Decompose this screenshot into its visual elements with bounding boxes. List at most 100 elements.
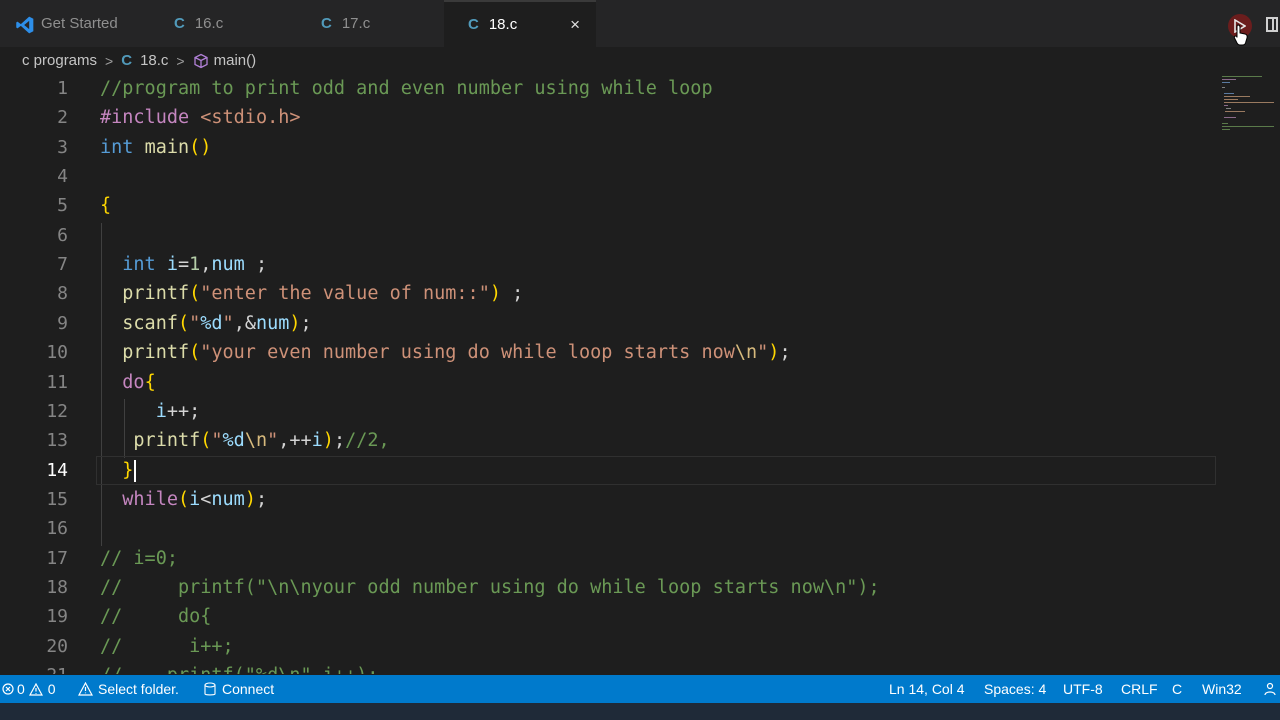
feedback-icon[interactable] xyxy=(1263,675,1277,703)
tab-18-c[interactable]: C 18.c × xyxy=(444,0,596,47)
code-text: int main() xyxy=(100,136,212,158)
encoding-setting[interactable]: UTF-8 xyxy=(1063,675,1103,703)
tab-get-started[interactable]: Get Started xyxy=(0,0,148,47)
line-number: 21 xyxy=(0,661,68,674)
code-text: { xyxy=(100,195,112,217)
database-icon xyxy=(204,681,216,695)
line-number: 12 xyxy=(46,400,68,422)
code-text: // i=0; xyxy=(100,547,178,569)
platform-config[interactable]: Win32 xyxy=(1202,675,1242,703)
editor-tab-bar: Get Started C 16.c C 17.c C 18.c × xyxy=(0,0,1280,47)
line-number: 17 xyxy=(46,547,68,569)
line-number: 15 xyxy=(46,488,68,510)
line-number: 20 xyxy=(46,635,68,657)
line-number: 18 xyxy=(46,576,68,598)
code-line[interactable]: 19 // do{ xyxy=(0,602,1280,631)
code-text: while(i<num); xyxy=(122,488,268,510)
breadcrumb: c programs > C 18.c > main() xyxy=(0,47,1280,74)
current-line-highlight xyxy=(96,455,1216,485)
line-number: 7 xyxy=(57,254,68,276)
code-line[interactable]: 9 scanf("%d",&num); xyxy=(0,309,1280,338)
select-folder-button[interactable]: Select folder. xyxy=(78,675,179,703)
code-text: // i++; xyxy=(100,635,234,657)
mouse-pointer-icon xyxy=(1233,24,1248,46)
symbol-method-icon xyxy=(193,53,208,68)
connect-button[interactable]: Connect xyxy=(204,675,274,703)
line-number: 19 xyxy=(46,606,68,628)
c-file-icon: C xyxy=(321,15,332,32)
line-number: 14 xyxy=(46,459,68,481)
eol-setting[interactable]: CRLF xyxy=(1121,675,1158,703)
line-number: 2 xyxy=(57,107,68,129)
code-line[interactable]: 21 // printf("%d\n",i++); xyxy=(0,661,1280,674)
code-text: do{ xyxy=(122,371,156,393)
line-number: 9 xyxy=(57,312,68,334)
code-line[interactable]: 10 printf("your even number using do whi… xyxy=(0,338,1280,367)
code-line[interactable]: 1 //program to print odd and even number … xyxy=(0,74,1280,103)
line-number: 10 xyxy=(46,342,68,364)
code-line[interactable]: 3 int main() xyxy=(0,133,1280,162)
code-line[interactable]: 13 printf("%d\n",++i);//2, xyxy=(0,426,1280,455)
c-file-icon: C xyxy=(121,52,133,69)
code-line[interactable]: 14 } xyxy=(0,455,1280,485)
code-line[interactable]: 16 xyxy=(0,514,1280,543)
code-line[interactable]: 20 // i++; xyxy=(0,632,1280,661)
code-text: i++; xyxy=(155,400,201,422)
code-line[interactable]: 7 int i=1,num ; xyxy=(0,250,1280,279)
line-number: 5 xyxy=(57,195,68,217)
split-editor-icon[interactable] xyxy=(1266,17,1278,32)
minimap[interactable] xyxy=(1220,74,1280,134)
warning-icon xyxy=(28,682,43,696)
select-folder-label: Select folder. xyxy=(98,681,179,697)
code-line[interactable]: 15 while(i<num); xyxy=(0,485,1280,514)
code-editor[interactable]: 1 //program to print odd and even number … xyxy=(0,74,1280,674)
error-count: 0 xyxy=(17,681,25,697)
tab-label: 18.c xyxy=(488,16,518,33)
code-line[interactable]: 12 i++; xyxy=(0,397,1280,426)
tab-label: Get Started xyxy=(41,15,118,32)
chevron-right-icon: > xyxy=(105,52,114,69)
tab-17-c[interactable]: C 17.c xyxy=(296,0,444,47)
code-line[interactable]: 2 #include <stdio.h> xyxy=(0,103,1280,132)
line-number: 6 xyxy=(57,224,68,246)
code-line[interactable]: 18 // printf("\n\nyour odd number using d… xyxy=(0,573,1280,602)
code-line[interactable]: 8 printf("enter the value of num::") ; xyxy=(0,279,1280,308)
line-number: 8 xyxy=(57,283,68,305)
code-line[interactable]: 4 xyxy=(0,162,1280,191)
c-file-icon: C xyxy=(468,16,479,33)
warning-icon xyxy=(78,682,93,696)
close-icon[interactable]: × xyxy=(570,16,580,33)
indentation-setting[interactable]: Spaces: 4 xyxy=(984,675,1046,703)
line-number: 16 xyxy=(46,518,68,540)
tab-label: 16.c xyxy=(194,15,224,32)
code-line[interactable]: 11 do{ xyxy=(0,368,1280,397)
line-number: 4 xyxy=(57,166,68,188)
code-text: // printf("%d\n",i++); xyxy=(100,661,378,674)
code-line[interactable]: 5{ xyxy=(0,191,1280,220)
problems-indicator[interactable]: 0 0 xyxy=(2,675,56,703)
line-number: 13 xyxy=(46,430,68,452)
error-icon xyxy=(2,683,14,695)
code-text: } xyxy=(122,459,134,481)
breadcrumb-folder[interactable]: c programs xyxy=(22,52,97,69)
warning-count: 0 xyxy=(47,681,56,697)
status-bar: 0 0 Select folder. Connect Ln 14, Col 4 … xyxy=(0,675,1280,703)
line-number: 1 xyxy=(57,78,68,99)
code-line[interactable]: 6 xyxy=(0,221,1280,250)
line-number: 11 xyxy=(46,371,68,393)
chevron-right-icon: > xyxy=(176,52,185,69)
breadcrumb-symbol[interactable]: main() xyxy=(214,52,257,69)
line-number: 3 xyxy=(57,136,68,158)
tab-16-c[interactable]: C 16.c xyxy=(148,0,296,47)
text-caret xyxy=(134,459,136,482)
code-text: #include <stdio.h> xyxy=(100,107,301,129)
breadcrumb-file[interactable]: 18.c xyxy=(140,52,168,69)
c-file-icon: C xyxy=(174,15,185,32)
code-text: // do{ xyxy=(100,606,212,628)
language-mode[interactable]: C xyxy=(1172,675,1182,703)
cursor-position[interactable]: Ln 14, Col 4 xyxy=(889,675,965,703)
connect-label: Connect xyxy=(222,681,275,697)
code-line[interactable]: 17 // i=0; xyxy=(0,544,1280,573)
tab-label: 17.c xyxy=(341,15,371,32)
code-text: scanf("%d",&num); xyxy=(122,312,312,334)
